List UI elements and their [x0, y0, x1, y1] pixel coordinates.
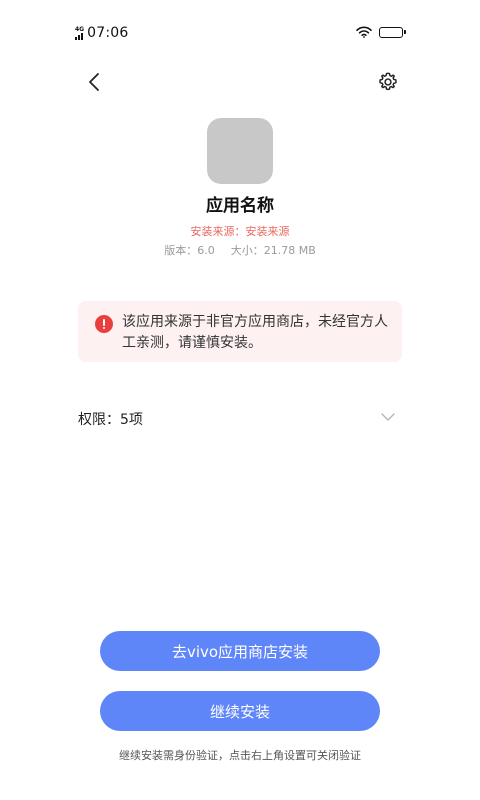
gear-icon: [379, 72, 397, 91]
signal-icon: 4G: [75, 26, 84, 40]
app-size: 大小：21.78 MB: [230, 244, 316, 257]
battery-icon: [379, 26, 406, 38]
continue-install-button[interactable]: 继续安装: [100, 691, 380, 731]
back-button[interactable]: [82, 70, 106, 94]
permissions-row[interactable]: 权限：5项: [78, 404, 402, 434]
warning-banner: 该应用来源于非官方应用商店，未经官方人工亲测，请谨慎安装。: [78, 301, 402, 362]
chevron-down-icon: [381, 413, 395, 421]
install-source: 安装来源：安装来源: [190, 225, 290, 238]
wifi-icon: [356, 26, 372, 38]
app-meta: 版本：6.0 大小：21.78 MB: [0, 242, 480, 258]
app-icon: [207, 118, 273, 184]
alert-icon: [95, 315, 113, 333]
verification-footnote: 继续安装需身份验证，点击右上角设置可关闭验证: [119, 749, 361, 762]
permissions-label: 权限：5项: [78, 412, 143, 428]
app-version: 版本：6.0: [164, 244, 215, 257]
status-bar: 4G 07:06: [0, 0, 480, 68]
store-install-button[interactable]: 去vivo应用商店安装: [100, 631, 380, 671]
status-time: 07:06: [87, 25, 129, 41]
warning-text: 该应用来源于非官方应用商店，未经官方人工亲测，请谨慎安装。: [122, 314, 388, 351]
chevron-left-icon: [89, 73, 99, 91]
settings-button[interactable]: [376, 70, 400, 94]
status-left: 4G 07:06: [75, 25, 128, 41]
status-right: [356, 26, 406, 38]
app-name: 应用名称: [206, 196, 274, 216]
